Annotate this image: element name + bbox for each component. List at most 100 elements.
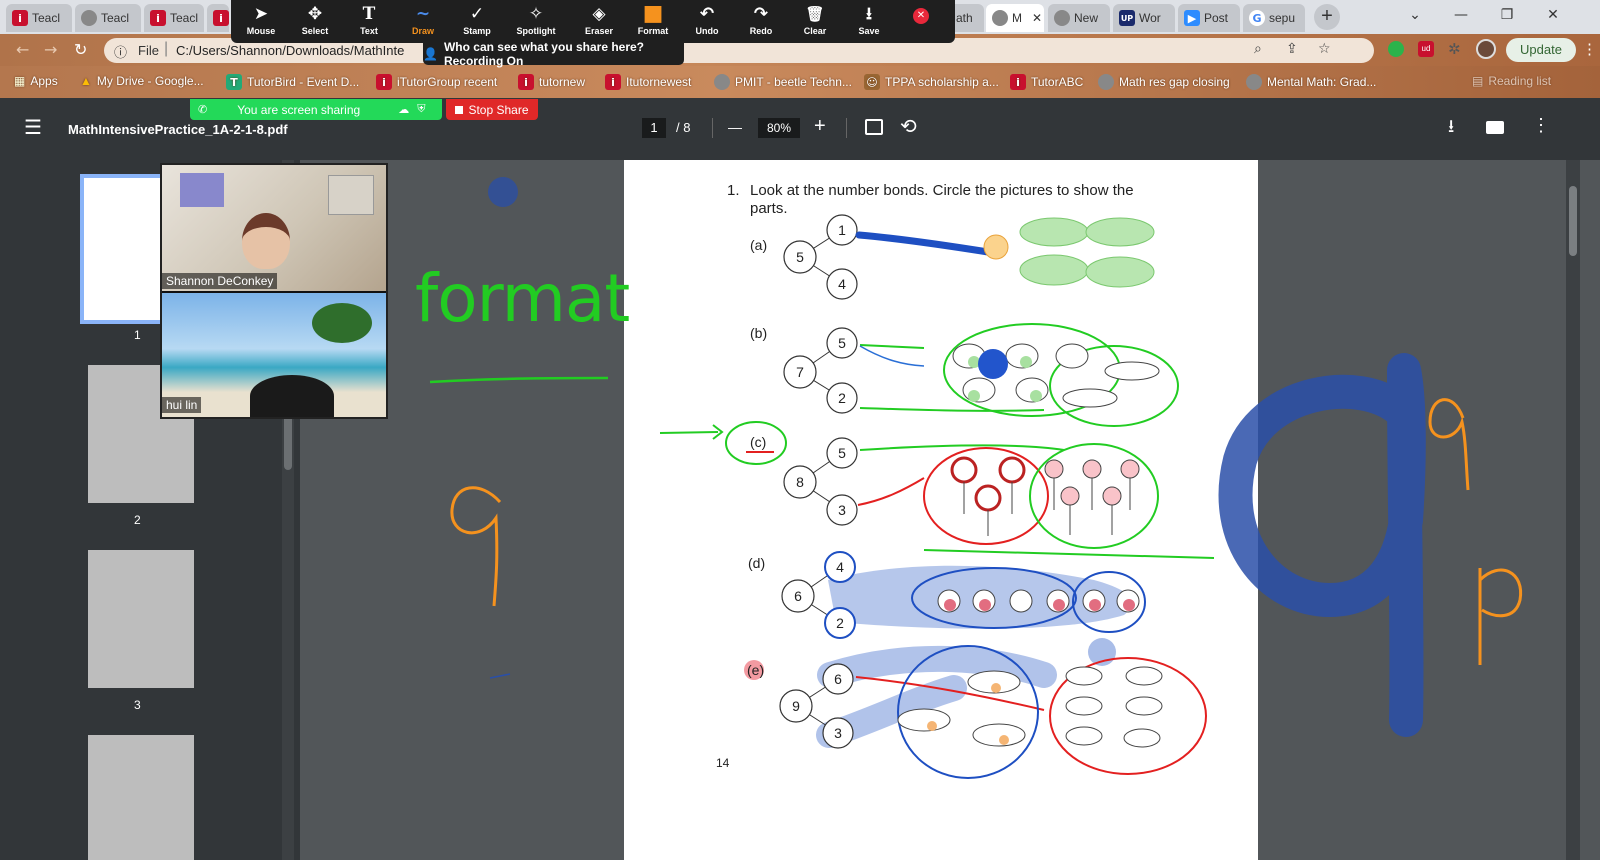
zoom-out-button[interactable]: — — [728, 119, 742, 135]
tool-redo[interactable]: ↷ Redo — [734, 2, 788, 36]
browser-tab[interactable]: New — [1048, 4, 1110, 32]
save-icon: ⭳ — [866, 4, 872, 24]
bookmark-item[interactable]: i TutorABC — [1010, 74, 1083, 90]
itutor-icon: i — [518, 74, 534, 90]
viewer-scrollbar[interactable] — [1566, 160, 1580, 860]
bookmark-item[interactable]: ▲ My Drive - Google... — [80, 74, 204, 88]
format-icon: ■ — [642, 1, 664, 26]
svg-text:4: 4 — [838, 276, 846, 292]
svg-text:6: 6 — [834, 671, 842, 687]
bookmark-item[interactable]: i iTutorGroup recent — [376, 74, 497, 90]
download-icon[interactable]: ⭳ — [1448, 114, 1454, 144]
svg-text:2: 2 — [838, 390, 846, 406]
hamburger-menu-icon[interactable]: ☰ — [24, 118, 42, 138]
undo-icon: ↶ — [699, 4, 715, 24]
bookmark-item[interactable]: PMIT - beetle Techn... — [714, 74, 852, 90]
globe-icon — [1098, 74, 1114, 90]
annotate-toolbar: ➤ Mouse ✥ Select T Text ∼ Draw ✓ Stamp ✧ Spotl… — [231, 0, 955, 43]
new-tab-button[interactable]: + — [1314, 4, 1340, 30]
menu-icon[interactable]: ⋮ — [1582, 40, 1597, 58]
chrome-icon — [1054, 10, 1070, 26]
share-visibility-banner[interactable]: 👤 Who can see what you share here? Recor… — [423, 40, 684, 68]
svg-text:3: 3 — [838, 502, 846, 518]
drive-icon: ▲ — [80, 74, 92, 88]
browser-tab[interactable]: ▶ Post — [1178, 4, 1240, 32]
eraser-icon: ◈ — [592, 4, 606, 24]
browser-tab[interactable]: Gsepu — [1243, 4, 1305, 32]
browser-tab[interactable]: i Teacl — [6, 4, 72, 32]
redo-icon: ↷ — [753, 4, 769, 24]
itutor-icon: i — [150, 10, 166, 26]
profile-avatar[interactable] — [1476, 39, 1496, 59]
tool-eraser[interactable]: ◈ Eraser — [572, 2, 626, 36]
print-icon[interactable] — [1486, 121, 1504, 134]
reading-list[interactable]: ▤ Reading list — [1472, 74, 1551, 88]
pdf-viewer: 1. Look at the number bonds. Circle the … — [300, 160, 1600, 860]
bookmark-item[interactable]: Mental Math: Grad... — [1246, 74, 1376, 90]
thumbnail-page-3[interactable] — [88, 550, 194, 688]
zoom-input[interactable]: 80% — [758, 118, 800, 138]
share-icon[interactable]: ⇪ — [1286, 41, 1298, 57]
update-button[interactable]: Update — [1506, 38, 1576, 62]
draw-icon: ∼ — [415, 4, 431, 24]
apps-grid-icon: ▦ — [14, 74, 26, 88]
back-icon[interactable]: ← — [16, 40, 29, 59]
video-tile-student[interactable]: hui lin — [162, 293, 386, 417]
tool-text[interactable]: T Text — [342, 2, 396, 36]
phone-icon: ✆ — [198, 104, 208, 116]
bookmark-item[interactable]: ☺ TPPA scholarship a... — [864, 74, 999, 90]
puzzle-icon[interactable]: ✲ — [1448, 40, 1461, 58]
restore-button[interactable]: ❐ — [1484, 0, 1530, 30]
reload-icon[interactable]: ↻ — [74, 40, 87, 59]
zoom-in-button[interactable]: + — [814, 115, 826, 138]
close-window-button[interactable]: ✕ — [1530, 0, 1576, 30]
close-annotate-button[interactable]: ✕ — [913, 8, 929, 24]
fit-page-icon[interactable] — [865, 119, 883, 135]
bookmark-item[interactable]: i tutornew — [518, 74, 585, 90]
tool-draw[interactable]: ∼ Draw — [396, 2, 450, 36]
tool-mouse[interactable]: ➤ Mouse — [234, 2, 288, 36]
url-text[interactable]: C:/Users/Shannon/Downloads/MathInte — [176, 43, 421, 58]
tab-search-button[interactable]: ⌄ — [1392, 0, 1438, 30]
tool-format[interactable]: ■ Format — [626, 1, 680, 37]
tool-stamp[interactable]: ✓ Stamp — [450, 2, 504, 36]
browser-tab-active[interactable]: M ✕ — [986, 4, 1044, 32]
people-icon: 👤 — [423, 47, 438, 61]
svg-text:6: 6 — [794, 588, 802, 604]
extension-icon[interactable] — [1388, 41, 1404, 57]
scheme-label: File — [138, 43, 159, 58]
text-icon: T — [362, 4, 376, 24]
info-icon[interactable]: ⓘ — [114, 42, 127, 61]
more-options-icon[interactable]: ⋮ — [1532, 115, 1550, 136]
tool-undo[interactable]: ↶ Undo — [680, 2, 734, 36]
tool-save[interactable]: ⭳ Save — [842, 2, 896, 36]
page-number-input[interactable]: 1 — [642, 118, 666, 138]
tool-spotlight[interactable]: ✧ Spotlight — [509, 2, 563, 36]
forward-icon[interactable]: → — [44, 40, 57, 59]
browser-tab[interactable]: i — [207, 4, 229, 32]
screen-share-banner[interactable]: ✆ You are screen sharing ☁ ⛨ — [190, 99, 442, 120]
browser-tab[interactable]: Teacl — [75, 4, 141, 32]
close-tab-icon[interactable]: ✕ — [1032, 11, 1042, 25]
wall-poster — [180, 173, 224, 207]
bookmark-item[interactable]: Math res gap closing — [1098, 74, 1230, 90]
tool-select[interactable]: ✥ Select — [288, 2, 342, 36]
bookmark-item[interactable]: T TutorBird - Event D... — [226, 74, 359, 90]
tool-clear[interactable]: 🗑 Clear — [788, 2, 842, 36]
stop-share-button[interactable]: Stop Share — [446, 99, 538, 120]
ublock-icon[interactable]: ud — [1418, 41, 1434, 57]
rotate-icon[interactable]: ⟲ — [900, 114, 917, 138]
thumbnail-page-4[interactable] — [88, 735, 194, 860]
minimize-button[interactable]: — — [1438, 0, 1484, 30]
bookmark-apps[interactable]: ▦ Apps — [14, 74, 58, 88]
tutorbird-icon: T — [226, 74, 242, 90]
star-icon[interactable]: ☆ — [1318, 41, 1331, 57]
zoom-icon[interactable]: ⌕ — [1254, 41, 1262, 57]
browser-tab[interactable]: i Teacl — [144, 4, 204, 32]
browser-tab[interactable]: UP Wor — [1113, 4, 1175, 32]
bookmark-item[interactable]: i Itutornewest — [605, 74, 691, 90]
video-tile-teacher[interactable]: Shannon DeConkey — [162, 165, 386, 291]
bond-label-a: (a) — [750, 237, 767, 253]
svg-text:7: 7 — [796, 364, 804, 380]
video-panel[interactable]: Shannon DeConkey hui lin — [160, 163, 388, 419]
